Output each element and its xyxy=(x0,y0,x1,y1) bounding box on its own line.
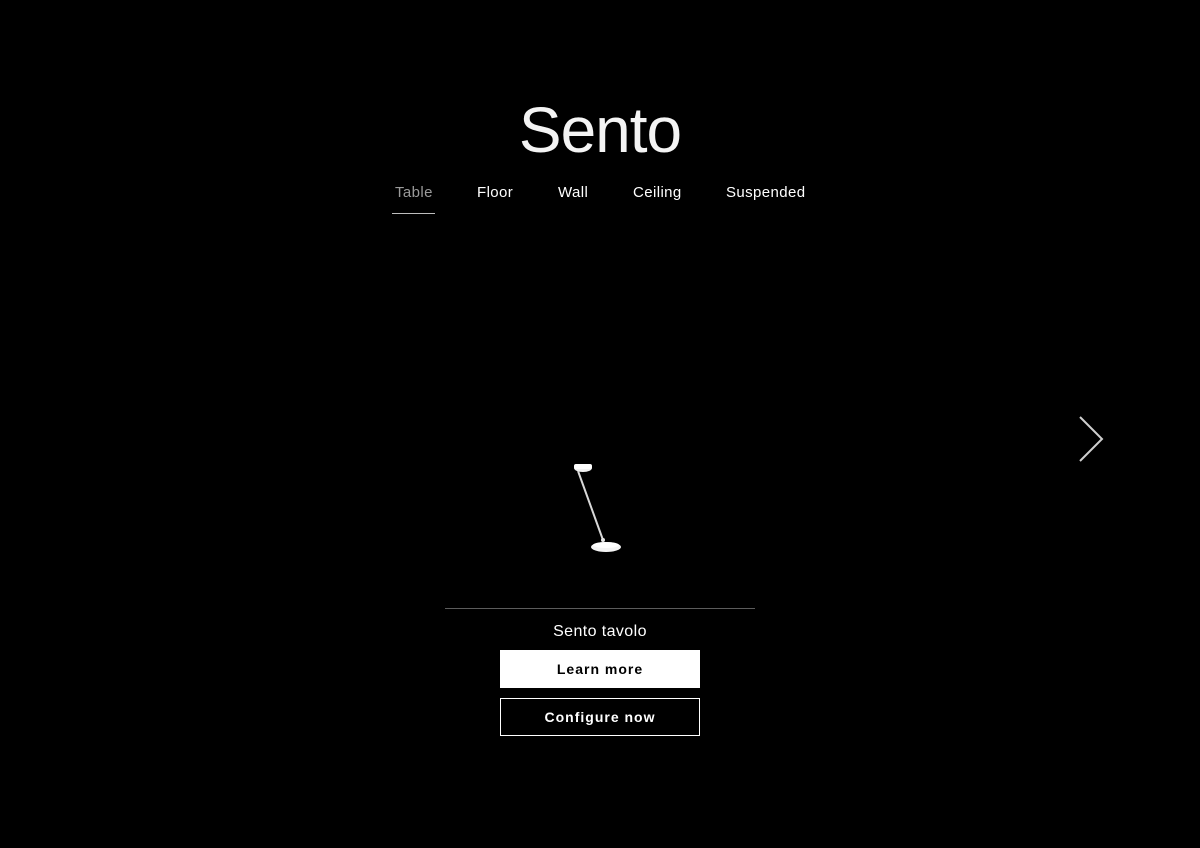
tab-floor[interactable]: Floor xyxy=(477,182,513,204)
table-lamp-icon xyxy=(574,464,621,552)
tab-wall[interactable]: Wall xyxy=(558,182,588,204)
category-tabs: Table Floor Wall Ceiling Suspended xyxy=(0,182,1200,216)
product-name: Sento tavolo xyxy=(553,623,647,640)
product-divider xyxy=(445,608,755,609)
chevron-right-icon xyxy=(1079,416,1104,462)
page-title: Sento xyxy=(518,94,682,166)
carousel-next-button[interactable] xyxy=(1074,414,1108,464)
learn-more-button[interactable]: Learn more xyxy=(500,650,700,688)
active-tab-indicator xyxy=(392,213,435,214)
product-image[interactable] xyxy=(560,458,640,558)
configure-now-button[interactable]: Configure now xyxy=(500,698,700,736)
tab-ceiling[interactable]: Ceiling xyxy=(633,182,682,204)
tab-suspended[interactable]: Suspended xyxy=(726,182,806,204)
tab-table[interactable]: Table xyxy=(395,182,433,204)
